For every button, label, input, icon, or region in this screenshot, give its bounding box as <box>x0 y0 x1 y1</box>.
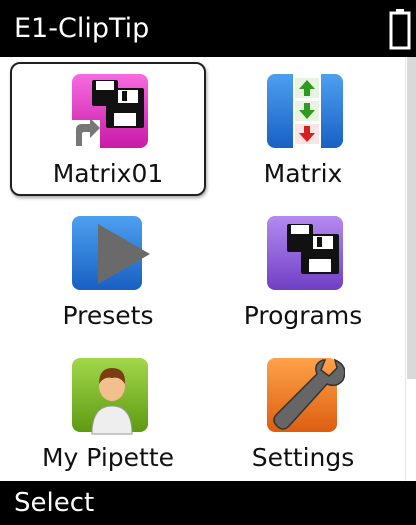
menu-tile-my-pipette[interactable]: My Pipette <box>10 346 206 480</box>
app-title: E1-ClipTip <box>14 13 150 44</box>
softkey-bar: Select <box>0 481 416 525</box>
select-softkey[interactable]: Select <box>14 487 94 519</box>
title-bar: E1-ClipTip <box>0 0 416 57</box>
menu-tile-programs[interactable]: Programs <box>205 204 401 338</box>
play-icon <box>72 216 150 290</box>
tile-label: Programs <box>243 301 363 330</box>
scrollbar-thumb[interactable] <box>407 57 416 379</box>
wrench-icon <box>267 358 345 432</box>
tile-label: Settings <box>251 443 355 472</box>
save-shortcut-icon <box>70 74 148 150</box>
menu-tile-matrix01[interactable]: Matrix01 <box>10 62 206 196</box>
main-menu: Matrix01 Matrix Presets Programs My Pipe… <box>0 57 416 481</box>
tile-label: My Pipette <box>41 443 175 472</box>
scrollbar[interactable] <box>405 57 416 481</box>
matrix-arrows-icon <box>267 74 343 148</box>
menu-tile-settings[interactable]: Settings <box>205 346 401 480</box>
tile-label: Matrix <box>263 159 343 188</box>
menu-tile-matrix[interactable]: Matrix <box>205 62 401 196</box>
tile-label: Presets <box>62 301 154 330</box>
floppy-disks-icon <box>267 216 343 290</box>
user-icon <box>72 358 148 435</box>
menu-tile-presets[interactable]: Presets <box>10 204 206 338</box>
battery-icon <box>389 9 411 50</box>
tile-label: Matrix01 <box>52 159 164 188</box>
